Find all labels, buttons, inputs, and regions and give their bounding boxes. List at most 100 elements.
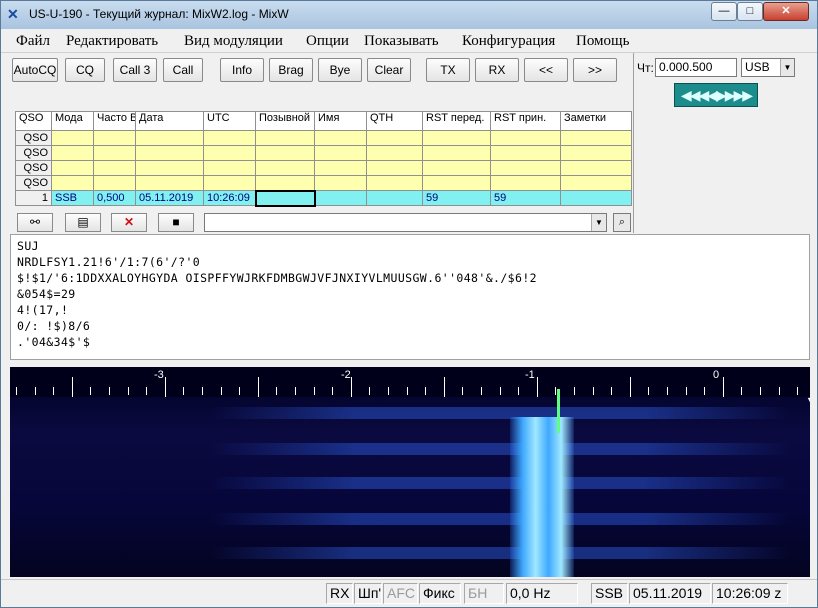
autocq-button[interactable]: AutoCQ <box>12 58 58 82</box>
current-qso-row[interactable]: 1 SSB 0,500 05.11.2019 10:26:09 59 59 <box>15 189 632 207</box>
menu-config[interactable]: Конфигурация <box>462 33 555 50</box>
table-cell[interactable] <box>51 130 94 146</box>
table-cell[interactable] <box>560 145 632 161</box>
status-afc[interactable]: AFC <box>383 583 418 604</box>
col-header[interactable]: QSO <box>15 111 52 131</box>
binoculars-icon[interactable]: ⚯ <box>17 213 53 232</box>
table-cell[interactable] <box>490 145 561 161</box>
freq-input[interactable]: 0.000.500 <box>655 58 737 77</box>
table-cell[interactable] <box>203 145 256 161</box>
table-cell[interactable] <box>422 145 491 161</box>
freq-cell[interactable]: 0,500 <box>93 190 136 206</box>
table-cell[interactable] <box>203 160 256 176</box>
table-cell[interactable] <box>93 130 136 146</box>
table-row[interactable]: QSO <box>15 130 632 146</box>
table-cell[interactable] <box>366 145 423 161</box>
table-cell[interactable] <box>255 160 315 176</box>
table-cell[interactable] <box>135 175 204 191</box>
log-view-icon[interactable]: ▤ <box>65 213 101 232</box>
menu-help[interactable]: Помощь <box>576 33 629 50</box>
table-cell[interactable] <box>422 160 491 176</box>
menu-edit[interactable]: Редактировать <box>66 33 158 50</box>
table-row[interactable]: QSO <box>15 145 632 161</box>
menu-options[interactable]: Опции <box>306 33 349 50</box>
table-cell[interactable] <box>203 175 256 191</box>
col-header[interactable]: UTC <box>203 111 256 131</box>
rst-rcvd-cell[interactable]: 59 <box>490 190 561 206</box>
maximize-button[interactable]: □ <box>737 2 763 21</box>
rst-sent-cell[interactable]: 59 <box>422 190 491 206</box>
rx-button[interactable]: RX <box>475 58 519 82</box>
menu-mode[interactable]: Вид модуляции <box>184 33 283 50</box>
delete-icon[interactable]: ✕ <box>111 213 147 232</box>
col-header[interactable]: Заметки <box>560 111 632 131</box>
utc-cell[interactable]: 10:26:09 <box>203 190 256 206</box>
date-cell[interactable]: 05.11.2019 <box>135 190 204 206</box>
menu-file[interactable]: Файл <box>16 33 50 50</box>
table-cell[interactable] <box>314 145 367 161</box>
status-bn[interactable]: БН <box>464 583 504 604</box>
table-cell[interactable] <box>93 160 136 176</box>
table-cell[interactable] <box>51 175 94 191</box>
table-cell[interactable] <box>255 130 315 146</box>
cq-button[interactable]: CQ <box>65 58 105 82</box>
table-cell[interactable] <box>255 145 315 161</box>
macro-combo[interactable]: ▼ <box>204 213 607 232</box>
prev-button[interactable]: << <box>524 58 568 82</box>
table-cell[interactable] <box>490 175 561 191</box>
table-cell[interactable] <box>255 175 315 191</box>
notes-cell[interactable] <box>560 190 632 206</box>
receive-text-area[interactable]: SUJ NRDLFSY1.21!6'/1:7(6'/?'0 $!$1/'6:1D… <box>10 234 810 360</box>
col-header[interactable]: QTH <box>366 111 423 131</box>
col-header[interactable]: RST перед. <box>422 111 491 131</box>
qth-cell[interactable] <box>366 190 423 206</box>
table-cell[interactable] <box>135 130 204 146</box>
table-cell[interactable] <box>366 160 423 176</box>
table-cell[interactable] <box>366 130 423 146</box>
info-button[interactable]: Info <box>220 58 264 82</box>
table-cell[interactable] <box>366 175 423 191</box>
table-cell[interactable] <box>560 130 632 146</box>
call-button[interactable]: Call <box>163 58 203 82</box>
table-cell[interactable] <box>51 145 94 161</box>
tuning-cursor[interactable] <box>557 389 560 433</box>
table-cell[interactable] <box>93 145 136 161</box>
tune-slider[interactable]: ◀◀◀◀▶▶▶▶ <box>674 83 758 107</box>
save-icon[interactable]: ■ <box>158 213 194 232</box>
table-cell[interactable] <box>203 130 256 146</box>
col-header[interactable]: RST прин. <box>490 111 561 131</box>
table-cell[interactable] <box>135 160 204 176</box>
close-button[interactable]: ✕ <box>763 2 809 21</box>
status-squelch[interactable]: Шп' <box>354 583 382 604</box>
table-cell[interactable] <box>490 130 561 146</box>
table-cell[interactable] <box>135 145 204 161</box>
tx-button[interactable]: TX <box>426 58 470 82</box>
col-header[interactable]: Имя <box>314 111 367 131</box>
table-cell[interactable] <box>560 160 632 176</box>
minimize-button[interactable]: — <box>711 2 737 21</box>
next-button[interactable]: >> <box>573 58 617 82</box>
col-header[interactable]: Дата <box>135 111 204 131</box>
table-cell[interactable] <box>560 175 632 191</box>
table-row[interactable]: QSO <box>15 160 632 176</box>
menu-view[interactable]: Показывать <box>364 33 439 50</box>
search-icon[interactable]: ⌕ <box>613 213 631 232</box>
status-fix[interactable]: Фикс <box>419 583 461 604</box>
table-cell[interactable] <box>490 160 561 176</box>
call3-button[interactable]: Call 3 <box>113 58 157 82</box>
table-cell[interactable] <box>93 175 136 191</box>
table-cell[interactable] <box>314 130 367 146</box>
clear-button[interactable]: Clear <box>367 58 411 82</box>
status-rx[interactable]: RX <box>326 583 353 604</box>
table-cell[interactable] <box>422 175 491 191</box>
col-header[interactable]: Часто ВЧ <box>93 111 136 131</box>
table-cell[interactable] <box>314 175 367 191</box>
table-cell[interactable] <box>422 130 491 146</box>
bye-button[interactable]: Bye <box>318 58 362 82</box>
mode-cell[interactable]: SSB <box>51 190 94 206</box>
callsign-cell[interactable] <box>254 189 316 207</box>
name-cell[interactable] <box>314 190 367 206</box>
table-row[interactable]: QSO <box>15 175 632 191</box>
table-cell[interactable] <box>51 160 94 176</box>
col-header[interactable]: Позывной <box>255 111 315 131</box>
